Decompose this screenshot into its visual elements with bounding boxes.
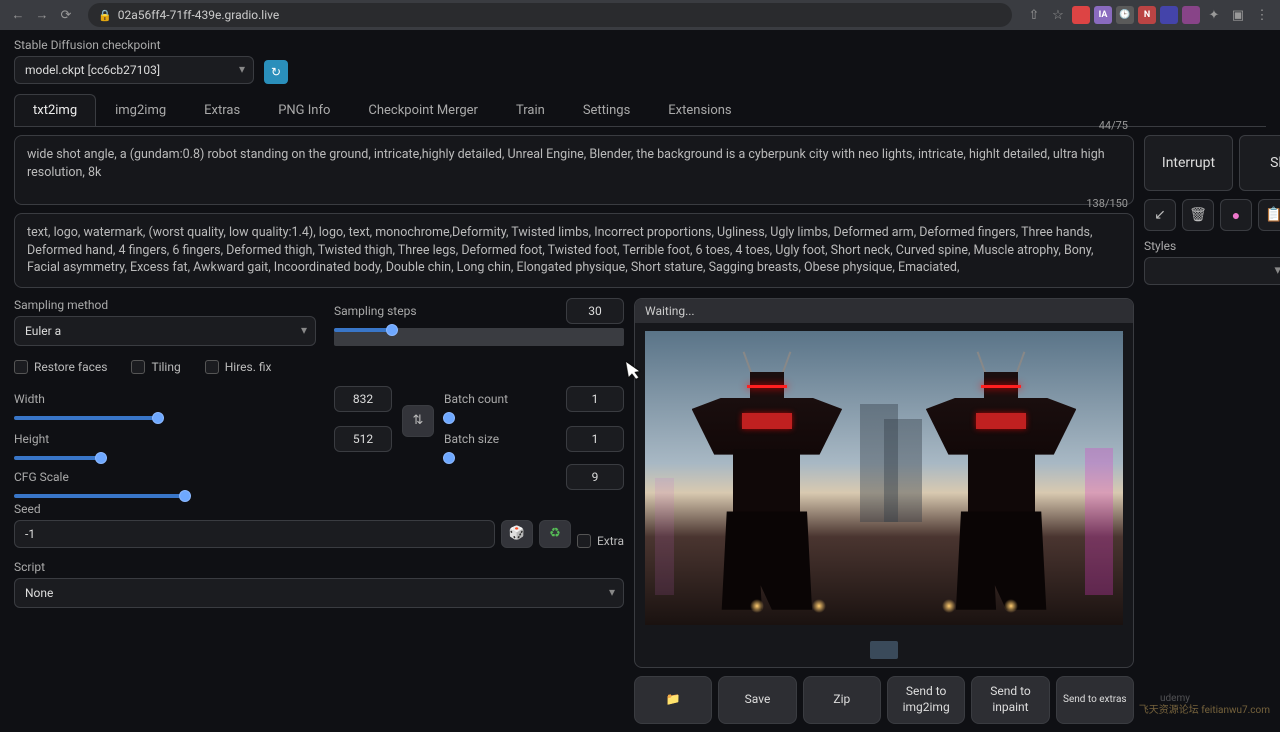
tiling-checkbox[interactable]: Tiling: [131, 360, 180, 374]
cfg-label: CFG Scale: [14, 470, 69, 484]
extension-icon[interactable]: IA: [1094, 6, 1112, 24]
tab-checkpoint-merger[interactable]: Checkpoint Merger: [349, 94, 497, 126]
sampling-steps-value[interactable]: 30: [566, 298, 624, 324]
styles-label: Styles: [1144, 239, 1280, 253]
preview-panel: Waiting... ✕: [634, 298, 1134, 668]
send-extras-button[interactable]: Send to extras: [1056, 676, 1134, 724]
arrow-icon[interactable]: ↙: [1144, 199, 1176, 231]
save-button[interactable]: Save: [718, 676, 796, 724]
tab-extensions[interactable]: Extensions: [649, 94, 750, 126]
script-select[interactable]: None: [14, 578, 624, 608]
restore-faces-checkbox[interactable]: Restore faces: [14, 360, 107, 374]
skip-button[interactable]: Skip: [1239, 135, 1280, 191]
panel-icon[interactable]: ▣: [1228, 5, 1248, 25]
batch-size-label: Batch size: [444, 432, 499, 446]
width-value[interactable]: 832: [334, 386, 392, 412]
browser-bar: ← → ⟳ 🔒 02a56ff4-71ff-439e.gradio.live ⇧…: [0, 0, 1280, 30]
height-label: Height: [14, 432, 49, 446]
batch-size-value[interactable]: 1: [566, 426, 624, 452]
zip-button[interactable]: Zip: [803, 676, 881, 724]
url-text: 02a56ff4-71ff-439e.gradio.live: [118, 8, 280, 22]
trash-icon[interactable]: 🗑: [1182, 199, 1214, 231]
preview-image: ✕: [635, 323, 1133, 633]
swap-dims-button[interactable]: ⇅: [402, 405, 434, 437]
menu-icon[interactable]: ⋮: [1252, 5, 1272, 25]
url-bar[interactable]: 🔒 02a56ff4-71ff-439e.gradio.live: [88, 3, 1012, 27]
preview-status: Waiting...: [635, 299, 1133, 323]
seed-extra-checkbox[interactable]: Extra: [577, 534, 624, 548]
tab-txt2img[interactable]: txt2img: [14, 94, 96, 126]
height-value[interactable]: 512: [334, 426, 392, 452]
thumbnail[interactable]: [870, 641, 898, 659]
prompt-token-count: 44/75: [1099, 119, 1128, 132]
neg-prompt-token-count: 138/150: [1086, 197, 1128, 210]
lock-icon: 🔒: [98, 9, 112, 22]
negative-prompt-input[interactable]: text, logo, watermark, (worst quality, l…: [14, 213, 1134, 288]
hires-fix-checkbox[interactable]: Hires. fix: [205, 360, 272, 374]
checkpoint-label: Stable Diffusion checkpoint: [14, 38, 254, 52]
palette-icon[interactable]: ●: [1220, 199, 1252, 231]
tab-img2img[interactable]: img2img: [96, 94, 185, 126]
thumbnails: [635, 633, 1133, 667]
seed-input[interactable]: -1: [14, 520, 495, 548]
styles-select[interactable]: [1144, 257, 1280, 285]
clipboard-icon[interactable]: 📋: [1258, 199, 1280, 231]
back-button[interactable]: ←: [8, 5, 28, 25]
interrupt-button[interactable]: Interrupt: [1144, 135, 1233, 191]
batch-count-value[interactable]: 1: [566, 386, 624, 412]
extensions-icon[interactable]: ✦: [1204, 5, 1224, 25]
extension-icon[interactable]: [1160, 6, 1178, 24]
open-folder-button[interactable]: 📁: [634, 676, 712, 724]
sampling-method-select[interactable]: Euler a: [14, 316, 316, 346]
watermark: 飞天资源论坛 feitianwu7.com: [1139, 701, 1270, 716]
extension-icon[interactable]: 🕒: [1116, 6, 1134, 24]
send-inpaint-button[interactable]: Send to inpaint: [971, 676, 1049, 724]
tab-extras[interactable]: Extras: [185, 94, 259, 126]
extension-icon[interactable]: N: [1138, 6, 1156, 24]
tabs: txt2img img2img Extras PNG Info Checkpoi…: [14, 94, 1266, 127]
sampling-steps-label: Sampling steps: [334, 304, 417, 318]
share-icon[interactable]: ⇧: [1024, 5, 1044, 25]
extension-icon[interactable]: [1072, 6, 1090, 24]
tab-pnginfo[interactable]: PNG Info: [259, 94, 349, 126]
watermark2: udemy: [1160, 693, 1190, 704]
width-label: Width: [14, 392, 45, 406]
seed-label: Seed: [14, 502, 495, 516]
forward-button[interactable]: →: [32, 5, 52, 25]
star-icon[interactable]: ☆: [1048, 5, 1068, 25]
cfg-value[interactable]: 9: [566, 464, 624, 490]
checkpoint-select[interactable]: model.ckpt [cc6cb27103]: [14, 56, 254, 84]
reload-button[interactable]: ⟳: [56, 5, 76, 25]
seed-random-button[interactable]: 🎲: [501, 520, 533, 548]
script-label: Script: [14, 560, 624, 574]
send-img2img-button[interactable]: Send to img2img: [887, 676, 965, 724]
tab-settings[interactable]: Settings: [564, 94, 649, 126]
batch-count-label: Batch count: [444, 392, 508, 406]
sampling-method-label: Sampling method: [14, 298, 316, 312]
sampling-steps-slider[interactable]: [334, 328, 624, 346]
extension-icon[interactable]: [1182, 6, 1200, 24]
seed-recycle-button[interactable]: ♻: [539, 520, 571, 548]
prompt-input[interactable]: wide shot angle, a (gundam:0.8) robot st…: [14, 135, 1134, 205]
checkpoint-refresh-button[interactable]: ↻: [264, 60, 288, 84]
tab-train[interactable]: Train: [497, 94, 564, 126]
